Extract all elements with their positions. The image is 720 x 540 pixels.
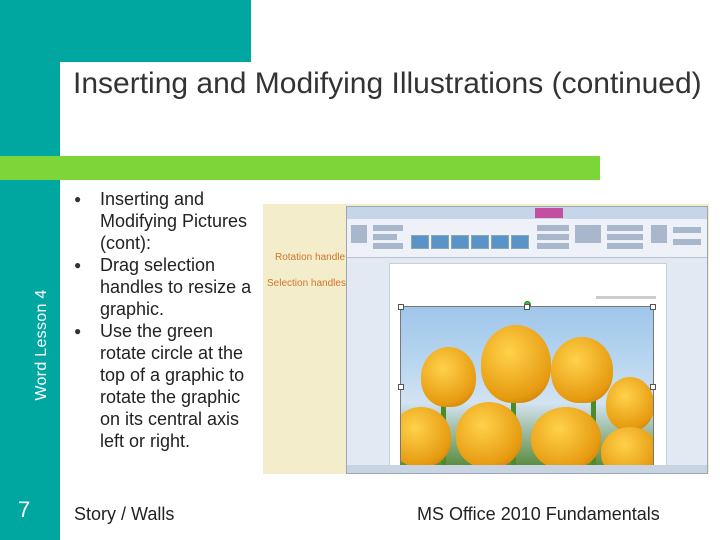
selection-handle[interactable] — [398, 304, 404, 310]
selection-handle[interactable] — [650, 304, 656, 310]
top-accent-block — [60, 0, 251, 62]
selection-handle[interactable] — [524, 304, 530, 310]
artistic-effects-button[interactable] — [373, 243, 403, 249]
bullet-icon: ● — [74, 192, 82, 206]
remove-background-button[interactable] — [351, 225, 367, 243]
title-underline-bar — [0, 156, 600, 180]
bullet-list: ● Inserting and Modifying Pictures (cont)… — [72, 188, 264, 452]
bullet-text: Use the green rotate circle at the top o… — [100, 321, 245, 451]
ribbon — [347, 219, 707, 258]
picture-effects-button[interactable] — [537, 234, 569, 240]
color-button[interactable] — [373, 234, 397, 240]
lesson-side-label: Word Lesson 4 — [33, 289, 50, 401]
picture-style-thumb[interactable] — [491, 235, 509, 249]
bullet-icon: ● — [74, 324, 82, 338]
bullet-item: ● Inserting and Modifying Pictures (cont)… — [72, 188, 264, 254]
status-bar — [347, 465, 707, 473]
footer-course: MS Office 2010 Fundamentals — [417, 504, 660, 524]
tulip-shape — [531, 407, 601, 467]
picture-layout-button[interactable] — [537, 243, 569, 249]
document-page — [389, 263, 667, 471]
left-accent-bar — [0, 0, 60, 540]
tulip-shape — [601, 427, 653, 467]
picture-tools-tab[interactable] — [535, 208, 563, 218]
picture-style-thumb[interactable] — [431, 235, 449, 249]
selection-pane-button[interactable] — [607, 243, 643, 249]
page-text-line — [596, 296, 656, 299]
position-button[interactable] — [575, 225, 601, 243]
picture-style-thumb[interactable] — [451, 235, 469, 249]
tulip-shape — [421, 347, 476, 407]
tulip-picture[interactable] — [400, 306, 654, 468]
word-window — [346, 206, 708, 474]
tulip-shape — [551, 337, 613, 403]
bullet-text: Inserting and Modifying Pictures (cont): — [100, 189, 248, 253]
footer-author: Story / Walls — [74, 504, 175, 524]
picture-border-button[interactable] — [537, 225, 569, 231]
crop-button[interactable] — [651, 225, 667, 243]
picture-style-thumb[interactable] — [511, 235, 529, 249]
window-titlebar — [347, 207, 707, 219]
picture-style-thumb[interactable] — [471, 235, 489, 249]
tulip-shape — [456, 402, 522, 467]
bullet-item: ● Use the green rotate circle at the top … — [72, 320, 264, 452]
height-field[interactable] — [673, 227, 701, 233]
selection-handle[interactable] — [650, 384, 656, 390]
selection-handle[interactable] — [398, 384, 404, 390]
word-screenshot-figure: Rotation handle Selection handles — [263, 204, 709, 474]
tulip-shape — [481, 325, 551, 403]
width-field[interactable] — [673, 239, 701, 245]
slide-title: Inserting and Modifying Illustrations (c… — [73, 67, 702, 100]
bullet-icon: ● — [74, 258, 82, 272]
corrections-button[interactable] — [373, 225, 403, 231]
tulip-shape — [401, 407, 451, 467]
bring-forward-button[interactable] — [607, 225, 643, 231]
slide-number: 7 — [18, 497, 31, 522]
tulip-shape — [606, 377, 653, 431]
bullet-text: Drag selection handles to resize a graph… — [100, 255, 252, 319]
bullet-item: ● Drag selection handles to resize a grap… — [72, 254, 264, 320]
send-backward-button[interactable] — [607, 234, 643, 240]
picture-style-thumb[interactable] — [411, 235, 429, 249]
